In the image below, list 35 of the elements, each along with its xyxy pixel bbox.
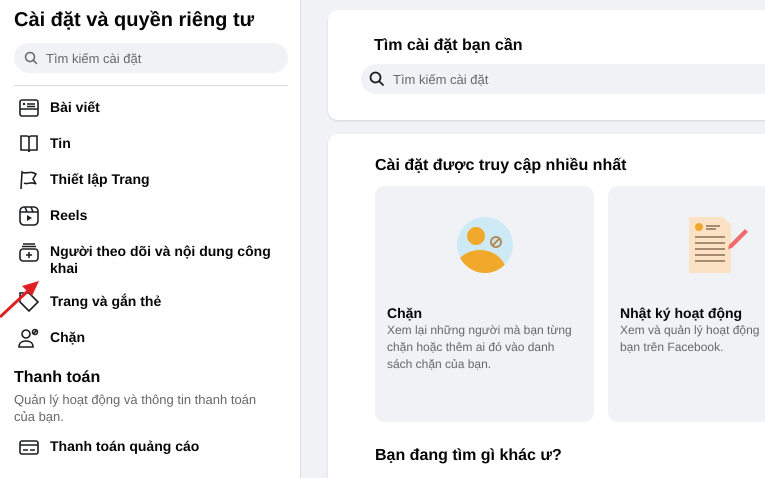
search-field[interactable]: Tìm kiếm cài đặt (361, 64, 765, 94)
setting-tile[interactable]: Chặn Xem lại những người mà bạn từng chặn hoặc thêm ai đó vào danh sách chặn của bạn. (375, 186, 594, 422)
tag-icon (18, 291, 40, 313)
post-icon (18, 97, 40, 119)
section-description: Quản lý hoạt động và thông tin thanh toán của bạn. (14, 391, 258, 425)
tile-title: Nhật ký hoạt động (620, 304, 744, 322)
setting-tile[interactable]: Nhật ký hoạt động Xem và quản lý hoạt động bạn trên Facebook. (608, 186, 765, 422)
blocked-person-illustration (456, 216, 514, 274)
sidebar-item[interactable]: Bài viết (14, 90, 288, 126)
book-icon (18, 133, 40, 155)
section-title: Thanh toán (14, 368, 102, 388)
sidebar-item[interactable]: Thanh toán quảng cáo (14, 429, 288, 465)
flag-icon (18, 169, 40, 191)
settings-title: Cài đặt và quyền riêng tư (14, 8, 256, 33)
tile-description: Xem lại những người mà bạn từng chặn hoặc thêm ai đó vào danh sách chặn của bạn. (387, 322, 573, 373)
tile-title: Chặn (387, 304, 423, 322)
annotation-arrow (0, 280, 40, 318)
sidebar-item[interactable]: Trang và gắn thẻ (14, 284, 288, 320)
sidebar-item[interactable]: Reels (14, 198, 288, 234)
card-title: Cài đặt được truy cập nhiều nhất (375, 156, 628, 176)
search-icon (369, 71, 385, 87)
sidebar-item[interactable]: Chặn (14, 320, 288, 356)
search-input[interactable]: Tìm kiếm cài đặt (391, 70, 765, 88)
card-title: Tìm cài đặt bạn cần (374, 36, 524, 56)
person-block-icon (18, 327, 40, 349)
search-icon (24, 51, 38, 65)
search-field[interactable]: Tìm kiếm cài đặt (14, 43, 288, 73)
sidebar-item[interactable]: Thiết lập Trang (14, 162, 288, 198)
section-heading: Bạn đang tìm gì khác ư? (375, 446, 563, 466)
sidebar-item[interactable]: Tin (14, 126, 288, 162)
reels-icon (18, 205, 40, 227)
box-plus-icon (18, 241, 40, 263)
tile-description: Xem và quản lý hoạt động bạn trên Facebook. (620, 322, 760, 356)
search-input[interactable]: Tìm kiếm cài đặt (44, 50, 278, 66)
sidebar-item[interactable]: Người theo dõi và nội dung công khai (14, 234, 288, 284)
